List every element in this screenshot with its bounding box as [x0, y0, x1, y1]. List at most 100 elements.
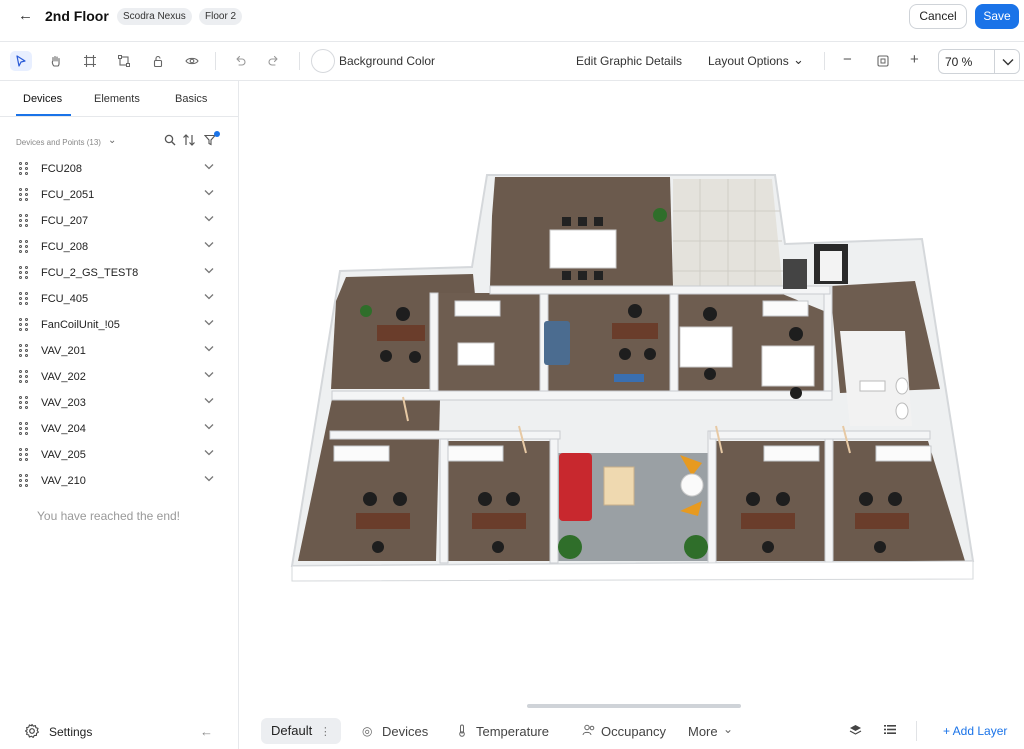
redo-icon[interactable] [263, 51, 285, 71]
floorplan-image [290, 174, 975, 582]
device-row[interactable]: FCU_208 [16, 237, 220, 257]
building-chip: Scodra Nexus [117, 8, 192, 25]
more-menu[interactable]: More [688, 724, 718, 739]
drag-handle-icon[interactable] [19, 292, 29, 306]
undo-icon[interactable] [229, 51, 251, 71]
save-button[interactable]: Save [975, 4, 1019, 29]
device-row[interactable]: FCU_207 [16, 211, 220, 231]
device-name: VAV_202 [41, 371, 86, 383]
chevron-down-icon[interactable] [204, 369, 214, 381]
tab-basics[interactable]: Basics [175, 93, 207, 105]
drag-handle-icon[interactable] [19, 344, 29, 358]
device-name: VAV_204 [41, 423, 86, 435]
device-name: FCU_405 [41, 293, 89, 305]
chevron-down-icon[interactable] [204, 161, 214, 173]
chevron-down-icon[interactable] [204, 447, 214, 459]
filter-active-dot [214, 131, 220, 137]
device-name: FCU_207 [41, 215, 89, 227]
eye-icon[interactable] [181, 51, 203, 71]
drag-handle-icon[interactable] [19, 448, 29, 462]
chevron-down-icon[interactable] [204, 187, 214, 199]
chevron-down-icon[interactable]: ⌄ [793, 52, 804, 68]
crop-icon[interactable] [113, 51, 135, 71]
lock-icon[interactable] [147, 51, 169, 71]
add-layer-button[interactable]: + Add Layer [943, 724, 1007, 738]
device-row[interactable]: FCU208 [16, 159, 220, 179]
toolbar-divider [215, 52, 216, 70]
fit-icon[interactable] [872, 51, 894, 71]
horizontal-scrollbar[interactable] [527, 704, 741, 708]
chevron-down-icon[interactable] [204, 317, 214, 329]
tabs-divider [0, 116, 239, 117]
back-arrow-icon[interactable]: ← [18, 7, 36, 25]
cancel-button[interactable]: Cancel [909, 4, 967, 29]
list-icon[interactable] [884, 724, 896, 738]
device-row[interactable]: VAV_205 [16, 445, 220, 465]
settings-label: Settings [49, 725, 93, 739]
layer-default-chip[interactable]: Default ⋮ [261, 718, 341, 744]
bottombar-divider [916, 721, 917, 741]
chevron-down-icon[interactable] [204, 343, 214, 355]
device-name: FCU208 [41, 163, 82, 175]
top-bar: ← 2nd Floor Scodra Nexus Floor 2 Cancel … [0, 0, 1024, 34]
chevron-down-icon[interactable] [204, 421, 214, 433]
collapse-sidebar-icon[interactable]: ← [200, 724, 213, 739]
device-row[interactable]: FCU_2051 [16, 185, 220, 205]
zoom-value: 70 % [945, 55, 973, 69]
chevron-down-icon[interactable] [204, 473, 214, 485]
tab-devices[interactable]: Devices [23, 93, 62, 105]
chevron-down-icon[interactable] [994, 50, 1020, 73]
layers-icon[interactable] [849, 724, 862, 739]
device-row[interactable]: VAV_203 [16, 393, 220, 413]
device-row[interactable]: VAV_201 [16, 341, 220, 361]
chevron-down-icon[interactable] [204, 265, 214, 277]
device-row[interactable]: FCU_405 [16, 289, 220, 309]
chevron-down-icon[interactable] [204, 395, 214, 407]
sort-icon[interactable] [182, 134, 196, 149]
drag-handle-icon[interactable] [19, 266, 29, 280]
drag-handle-icon[interactable] [19, 188, 29, 202]
devices-points-label[interactable]: Devices and Points (13) [16, 138, 101, 147]
tab-temperature[interactable]: Temperature [476, 724, 549, 739]
tab-occupancy[interactable]: Occupancy [601, 724, 666, 739]
device-row[interactable]: FCU_2_GS_TEST8 [16, 263, 220, 283]
edit-graphic-details-button[interactable]: Edit Graphic Details [576, 54, 682, 68]
frame-icon[interactable] [79, 51, 101, 71]
settings-button[interactable]: Settings ← [22, 722, 222, 742]
device-row[interactable]: VAV_210 [16, 471, 220, 491]
tab-elements[interactable]: Elements [94, 93, 140, 105]
more-vertical-icon[interactable]: ⋮ [320, 726, 331, 738]
drag-handle-icon[interactable] [19, 370, 29, 384]
device-name: FCU_2051 [41, 189, 95, 201]
toolbar-divider [824, 52, 825, 70]
tab-devices-layer[interactable]: Devices [382, 724, 428, 739]
drag-handle-icon[interactable] [19, 214, 29, 228]
chevron-down-icon[interactable] [204, 239, 214, 251]
hand-icon[interactable] [45, 51, 67, 71]
active-tab-indicator [16, 114, 71, 116]
zoom-out-icon[interactable]: − [843, 51, 852, 68]
device-name: VAV_210 [41, 475, 86, 487]
chevron-down-icon[interactable] [204, 213, 214, 225]
chevron-down-icon[interactable]: ⌄ [723, 722, 733, 736]
zoom-select[interactable]: 70 % [938, 49, 1020, 74]
drag-handle-icon[interactable] [19, 396, 29, 410]
chevron-down-icon[interactable] [204, 291, 214, 303]
device-row[interactable]: VAV_204 [16, 419, 220, 439]
drag-handle-icon[interactable] [19, 474, 29, 488]
drag-handle-icon[interactable] [19, 240, 29, 254]
zoom-in-icon[interactable]: + [910, 51, 919, 68]
chevron-down-icon[interactable]: ⌄ [108, 135, 116, 146]
search-icon[interactable] [164, 134, 176, 149]
pointer-icon[interactable] [10, 51, 32, 71]
drag-handle-icon[interactable] [19, 162, 29, 176]
device-row[interactable]: FanCoilUnit_!05 [16, 315, 220, 335]
background-color-swatch[interactable] [311, 49, 335, 73]
drag-handle-icon[interactable] [19, 318, 29, 332]
layout-options-button[interactable]: Layout Options [708, 54, 789, 68]
toolbar-divider [299, 52, 300, 70]
floorplan-canvas[interactable] [240, 81, 1024, 709]
background-color-label[interactable]: Background Color [339, 54, 435, 68]
drag-handle-icon[interactable] [19, 422, 29, 436]
device-row[interactable]: VAV_202 [16, 367, 220, 387]
